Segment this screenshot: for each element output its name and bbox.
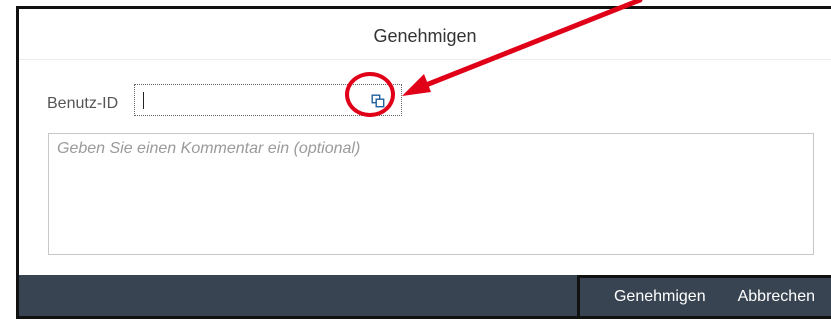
user-id-label: Benutz-ID xyxy=(47,95,119,112)
footer-button-group: Genehmigen Abbrechen xyxy=(577,275,831,316)
dialog-header: Genehmigen xyxy=(19,9,831,60)
approve-dialog: Genehmigen Benutz-ID Genehmigen Abbreche… xyxy=(16,6,831,319)
dialog-title: Genehmigen xyxy=(373,26,477,46)
user-id-input-wrapper[interactable] xyxy=(134,84,402,116)
dialog-content: Benutz-ID xyxy=(19,61,831,275)
cancel-button[interactable]: Abbrechen xyxy=(722,278,831,316)
user-id-input[interactable] xyxy=(135,85,355,115)
approve-button[interactable]: Genehmigen xyxy=(598,278,722,316)
text-cursor xyxy=(143,92,144,109)
dialog-footer: Genehmigen Abbrechen xyxy=(19,275,831,316)
comment-textarea[interactable] xyxy=(48,133,814,255)
value-help-icon[interactable] xyxy=(366,90,389,112)
